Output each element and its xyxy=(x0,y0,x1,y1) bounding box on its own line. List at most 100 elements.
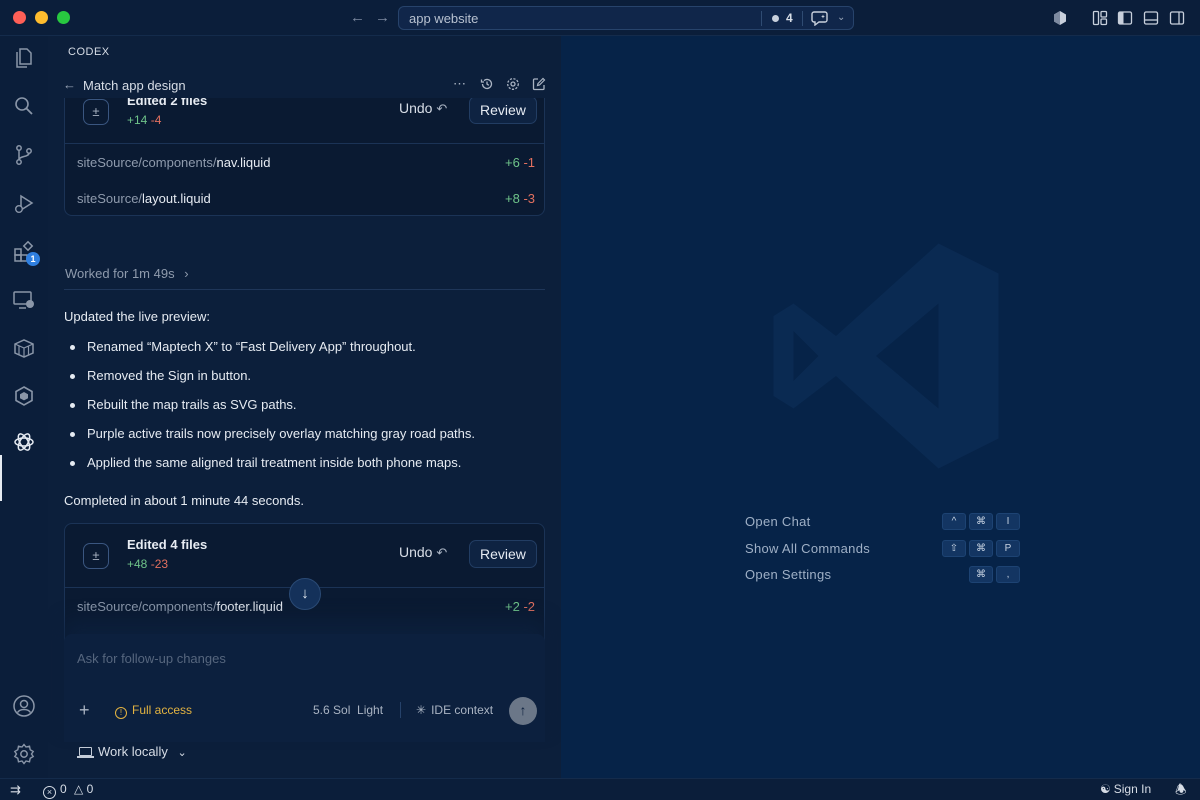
send-button[interactable]: ↑ xyxy=(509,697,537,725)
cube-icon[interactable] xyxy=(12,384,36,408)
shortcut-open-settings[interactable]: Open Settings ⌘, xyxy=(745,565,1020,592)
chat-icon[interactable] xyxy=(811,10,829,26)
active-indicator xyxy=(0,455,2,501)
error-count: 0 xyxy=(60,782,67,796)
shortcut-keys: ⌘, xyxy=(966,565,1020,583)
lines-removed: -1 xyxy=(523,155,535,170)
file-dir: siteSource/ xyxy=(77,191,143,206)
scroll-to-bottom-button[interactable]: ↓ xyxy=(289,578,321,610)
review-button[interactable]: Review xyxy=(469,96,537,124)
ide-context-toggle[interactable]: ✳ IDE context xyxy=(416,703,493,717)
review-button[interactable]: Review xyxy=(469,540,537,568)
settings-gear-icon[interactable] xyxy=(12,742,36,766)
worked-for-toggle[interactable]: Worked for 1m 49s › xyxy=(65,266,189,281)
minimize-window-button[interactable] xyxy=(35,11,48,24)
divider xyxy=(802,11,803,26)
diff-file-icon: ± xyxy=(83,99,109,125)
shortcut-open-chat[interactable]: Open Chat ^ ⌘ I xyxy=(745,512,1020,539)
add-attachment-button[interactable]: + xyxy=(79,700,90,721)
toggle-primary-sidebar-icon[interactable] xyxy=(1117,10,1133,26)
lines-added: +8 xyxy=(504,191,520,206)
copilot-icon[interactable] xyxy=(1052,10,1068,26)
error-icon: × xyxy=(43,786,56,799)
toggle-secondary-sidebar-icon[interactable] xyxy=(1169,10,1185,26)
diff-stats: +14 -4 xyxy=(127,113,161,127)
undo-label: Undo xyxy=(399,544,433,560)
containers-icon[interactable] xyxy=(12,336,36,360)
file-diff-stats: +2 -2 xyxy=(505,599,535,614)
explorer-icon[interactable] xyxy=(12,46,36,70)
lines-added: +6 xyxy=(504,155,520,170)
gear-icon[interactable] xyxy=(506,77,520,91)
worked-for-label: Worked for 1m 49s xyxy=(65,266,175,281)
run-and-debug-icon[interactable] xyxy=(12,192,36,216)
codex-panel: CODEX ← Match app design ⋯ ± Edited 2 fi… xyxy=(48,36,561,778)
file-row[interactable]: siteSource/layout.liquid +8 -3 xyxy=(77,187,535,211)
search-icon[interactable] xyxy=(12,94,36,118)
back-arrow-icon[interactable]: ← xyxy=(63,77,76,92)
key-cap: ⌘ xyxy=(969,539,993,557)
remote-indicator-icon[interactable]: ⇉ xyxy=(10,782,21,798)
file-dir: siteSource/components/ xyxy=(77,599,217,614)
key-cap: ⇧ xyxy=(942,539,966,557)
back-arrow-icon[interactable]: ← xyxy=(350,9,365,26)
work-mode-selector[interactable]: Work locally ⌄ xyxy=(77,744,187,759)
edited-files-title: Edited 4 files xyxy=(127,537,208,552)
codex-icon[interactable] xyxy=(12,430,36,454)
file-row[interactable]: siteSource/components/nav.liquid +6 -1 xyxy=(77,151,535,175)
toggle-panel-icon[interactable] xyxy=(1143,10,1159,26)
access-label: Full access xyxy=(132,703,193,717)
divider xyxy=(400,702,401,718)
extensions-badge: 1 xyxy=(26,252,40,266)
lines-added: +48 xyxy=(127,557,148,571)
model-selector[interactable]: 5.6 Sol Light xyxy=(313,703,383,717)
undo-label: Undo xyxy=(399,100,433,116)
remote-explorer-icon[interactable] xyxy=(12,288,36,312)
access-level-button[interactable]: ! Full access xyxy=(115,703,192,719)
file-name: footer.liquid xyxy=(216,599,283,614)
undo-button[interactable]: Undo ↶ xyxy=(399,544,447,561)
list-item: Removed the Sign in button. xyxy=(64,368,544,397)
close-window-button[interactable] xyxy=(13,11,26,24)
divider xyxy=(64,289,545,290)
follow-up-input[interactable] xyxy=(77,651,517,666)
composer: + ! Full access 5.6 Sol Light ✳ IDE contex… xyxy=(64,634,545,742)
activity-bar: 1 xyxy=(0,36,48,778)
key-cap: I xyxy=(996,513,1020,530)
ide-context-label: IDE context xyxy=(431,703,494,717)
account-icon[interactable] xyxy=(12,694,36,718)
chevron-down-icon[interactable]: ⌄ xyxy=(837,12,845,23)
new-chat-icon[interactable] xyxy=(532,77,546,91)
key-cap: , xyxy=(996,566,1020,583)
shortcut-show-all-commands[interactable]: Show All Commands ⇧ ⌘ P xyxy=(745,539,1020,566)
shortcut-label: Open Chat xyxy=(745,514,811,529)
undo-button[interactable]: Undo ↶ xyxy=(399,100,447,117)
file-path: siteSource/layout.liquid xyxy=(77,191,211,206)
command-center[interactable]: app website 4 ⌄ xyxy=(398,6,854,30)
problems-indicator[interactable]: × 0 △ 0 xyxy=(43,782,93,799)
diff-stats: +48 -23 xyxy=(127,557,168,571)
divider xyxy=(761,11,762,26)
zoom-window-button[interactable] xyxy=(57,11,70,24)
undo-icon: ↶ xyxy=(436,101,448,116)
lines-removed: -2 xyxy=(523,599,535,614)
copilot-icon: ☯ xyxy=(1100,782,1111,796)
lines-added: +14 xyxy=(127,113,148,127)
shortcut-hints: Open Chat ^ ⌘ I Show All Commands ⇧ ⌘ P Open… xyxy=(745,512,1020,592)
file-path: siteSource/components/footer.liquid xyxy=(77,599,283,614)
panel-title: CODEX xyxy=(68,46,110,58)
warning-icon: △ xyxy=(74,782,84,796)
sign-in-button[interactable]: ☯ Sign In xyxy=(1100,782,1151,796)
list-item: Rebuilt the map trails as SVG paths. xyxy=(64,397,544,426)
customize-layout-icon[interactable] xyxy=(1092,10,1108,26)
source-control-icon[interactable] xyxy=(12,143,36,167)
file-path: siteSource/components/nav.liquid xyxy=(77,155,270,170)
more-options-icon[interactable]: ⋯ xyxy=(453,77,467,91)
history-icon[interactable] xyxy=(480,77,494,91)
vscode-logo-watermark xyxy=(773,243,999,469)
shortcut-keys: ⇧ ⌘ P xyxy=(939,539,1020,557)
file-name: layout.liquid xyxy=(142,191,211,206)
notifications-bell-icon[interactable]: 🕭 xyxy=(1175,781,1187,800)
forward-arrow-icon[interactable]: → xyxy=(375,9,390,26)
editor-area: Open Chat ^ ⌘ I Show All Commands ⇧ ⌘ P Open… xyxy=(561,36,1200,778)
